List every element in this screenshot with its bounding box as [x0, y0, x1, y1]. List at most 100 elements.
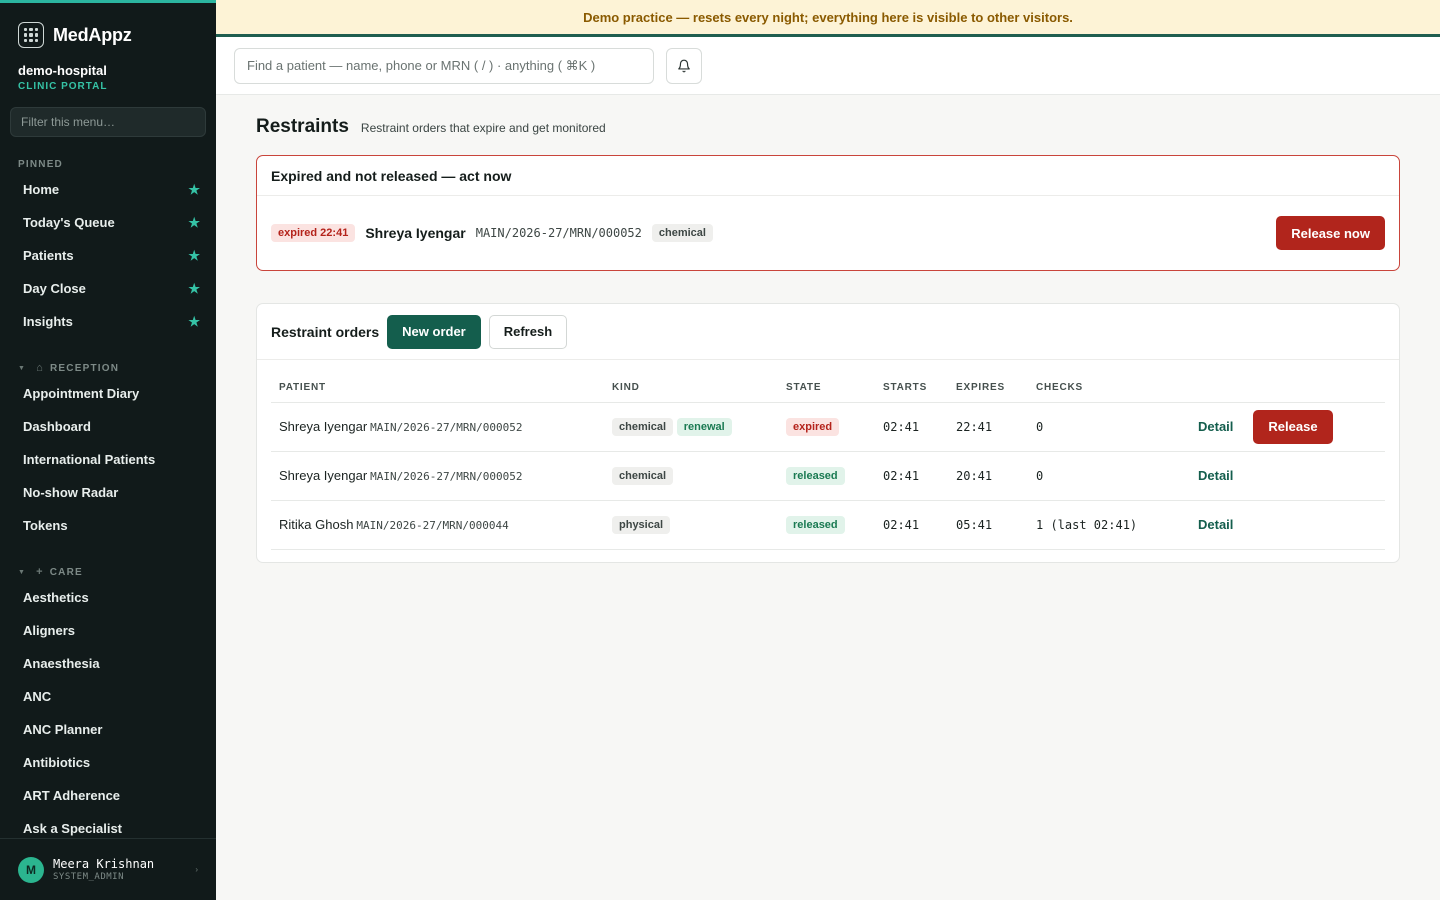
detail-link[interactable]: Detail	[1198, 517, 1233, 532]
sidebar-item-tokens[interactable]: Tokens	[0, 509, 216, 542]
topbar	[216, 37, 1440, 95]
expires-cell: 20:41	[948, 451, 1028, 501]
bell-icon	[678, 59, 690, 72]
sidebar-item-aesthetics[interactable]: Aesthetics	[0, 581, 216, 614]
reception-list: Appointment Diary Dashboard Internationa…	[0, 377, 216, 542]
starts-cell: 02:41	[875, 500, 948, 550]
care-section-toggle[interactable]: ▼ + CARE	[0, 566, 216, 578]
orders-table: PATIENT KIND STATE STARTS EXPIRES CHECKS…	[271, 374, 1385, 550]
detail-link[interactable]: Detail	[1198, 468, 1233, 483]
patient-mrn: MAIN/2026-27/MRN/000044	[356, 519, 509, 532]
reception-icon: ⌂	[36, 362, 44, 374]
chevron-right-icon: ›	[195, 865, 198, 874]
table-row: Shreya Iyengar MAIN/2026-27/MRN/000052 ch…	[271, 402, 1385, 452]
star-icon[interactable]: ★	[188, 281, 200, 297]
col-expires[interactable]: EXPIRES	[948, 374, 1028, 403]
reception-section-toggle[interactable]: ▼ ⌂ RECEPTION	[0, 362, 216, 374]
sidebar-item-todays-queue[interactable]: Today's Queue ★	[0, 206, 216, 239]
menu-filter-input[interactable]	[10, 107, 206, 137]
caret-down-icon: ▼	[18, 364, 27, 372]
col-patient[interactable]: PATIENT	[271, 374, 604, 403]
notifications-button[interactable]	[666, 47, 702, 84]
new-order-button[interactable]: New order	[387, 314, 481, 349]
user-role: SYSTEM_ADMIN	[53, 872, 125, 882]
checks-cell: 0	[1028, 402, 1190, 452]
alert-patient-name: Shreya Iyengar	[365, 225, 466, 241]
patient-search-input[interactable]	[234, 47, 654, 84]
demo-banner: Demo practice — resets every night; ever…	[216, 0, 1440, 37]
star-icon[interactable]: ★	[188, 314, 200, 330]
sidebar-item-dashboard[interactable]: Dashboard	[0, 410, 216, 443]
sidebar-item-anc-planner[interactable]: ANC Planner	[0, 713, 216, 746]
user-menu[interactable]: M Meera Krishnan SYSTEM_ADMIN ›	[0, 838, 216, 900]
star-icon[interactable]: ★	[188, 248, 200, 264]
star-icon[interactable]: ★	[188, 215, 200, 231]
main-content: Restraints Restraint orders that expire …	[256, 95, 1400, 563]
patient-name[interactable]: Shreya Iyengar	[279, 419, 367, 434]
restraint-orders-card: Restraint orders New order Refresh PATIE…	[256, 303, 1400, 563]
renewal-badge: renewal	[676, 417, 732, 436]
sidebar-item-no-show-radar[interactable]: No-show Radar	[0, 476, 216, 509]
patient-mrn: MAIN/2026-27/MRN/000052	[370, 470, 523, 483]
col-kind[interactable]: KIND	[604, 374, 778, 403]
orders-header: Restraint orders New order Refresh	[257, 304, 1399, 360]
sidebar-item-anaesthesia[interactable]: Anaesthesia	[0, 647, 216, 680]
org-block: demo-hospital CLINIC PORTAL	[0, 63, 216, 92]
org-name: demo-hospital	[18, 63, 107, 78]
pinned-section-label: PINNED	[18, 159, 63, 170]
alert-title: Expired and not released — act now	[257, 156, 1399, 196]
detail-link[interactable]: Detail	[1198, 419, 1233, 434]
patient-name[interactable]: Ritika Ghosh	[279, 517, 353, 532]
col-starts[interactable]: STARTS	[875, 374, 948, 403]
kind-badge: chemical	[651, 224, 713, 242]
expired-alert-card: Expired and not released — act now expir…	[256, 155, 1400, 271]
expired-badge: expired 22:41	[271, 224, 356, 242]
release-now-button[interactable]: Release now	[1276, 216, 1385, 250]
kind-badge: physical	[612, 515, 671, 534]
sidebar-item-day-close[interactable]: Day Close ★	[0, 272, 216, 305]
sidebar-item-anc[interactable]: ANC	[0, 680, 216, 713]
state-badge: expired	[786, 417, 840, 436]
page-header: Restraints Restraint orders that expire …	[256, 116, 1400, 138]
patient-mrn: MAIN/2026-27/MRN/000052	[370, 421, 523, 434]
col-checks[interactable]: CHECKS	[1028, 374, 1190, 403]
sidebar-item-home[interactable]: Home ★	[0, 173, 216, 206]
sidebar-item-art-adherence[interactable]: ART Adherence	[0, 779, 216, 812]
page-subtitle: Restraint orders that expire and get mon…	[360, 121, 606, 135]
sidebar-item-patients[interactable]: Patients ★	[0, 239, 216, 272]
caret-down-icon: ▼	[18, 568, 27, 576]
sidebar-item-antibiotics[interactable]: Antibiotics	[0, 746, 216, 779]
checks-cell: 0	[1028, 451, 1190, 501]
alert-row: expired 22:41 Shreya Iyengar MAIN/2026-2…	[257, 196, 1399, 270]
portal-label: CLINIC PORTAL	[18, 81, 108, 92]
col-actions	[1190, 374, 1385, 403]
sidebar-item-appointment-diary[interactable]: Appointment Diary	[0, 377, 216, 410]
kind-badge: chemical	[612, 466, 674, 485]
sidebar: MedAppz demo-hospital CLINIC PORTAL PINN…	[0, 0, 216, 900]
kind-badge: chemical	[612, 417, 674, 436]
expires-cell: 22:41	[948, 402, 1028, 452]
table-row: Shreya Iyengar MAIN/2026-27/MRN/000052 ch…	[271, 451, 1385, 501]
starts-cell: 02:41	[875, 402, 948, 452]
star-icon[interactable]: ★	[188, 182, 200, 198]
release-button[interactable]: Release	[1253, 409, 1333, 444]
col-state[interactable]: STATE	[778, 374, 875, 403]
sidebar-item-insights[interactable]: Insights ★	[0, 305, 216, 338]
medappz-logo-icon	[18, 22, 44, 48]
starts-cell: 02:41	[875, 451, 948, 501]
care-list: Aesthetics Aligners Anaesthesia ANC ANC …	[0, 581, 216, 845]
pinned-list: Home ★ Today's Queue ★ Patients ★ Day Close…	[0, 173, 216, 338]
table-header-row: PATIENT KIND STATE STARTS EXPIRES CHECKS	[271, 374, 1385, 403]
state-badge: released	[786, 515, 845, 534]
checks-cell: 1 (last 02:41)	[1028, 500, 1190, 550]
sidebar-item-aligners[interactable]: Aligners	[0, 614, 216, 647]
user-name: Meera Krishnan	[53, 857, 155, 871]
alert-patient-mrn: MAIN/2026-27/MRN/000052	[475, 226, 642, 240]
app-name: MedAppz	[53, 24, 132, 45]
patient-name[interactable]: Shreya Iyengar	[279, 468, 367, 483]
refresh-button[interactable]: Refresh	[488, 314, 568, 349]
state-badge: released	[786, 466, 845, 485]
plus-icon: +	[36, 566, 44, 578]
brand[interactable]: MedAppz	[0, 18, 216, 52]
sidebar-item-international-patients[interactable]: International Patients	[0, 443, 216, 476]
